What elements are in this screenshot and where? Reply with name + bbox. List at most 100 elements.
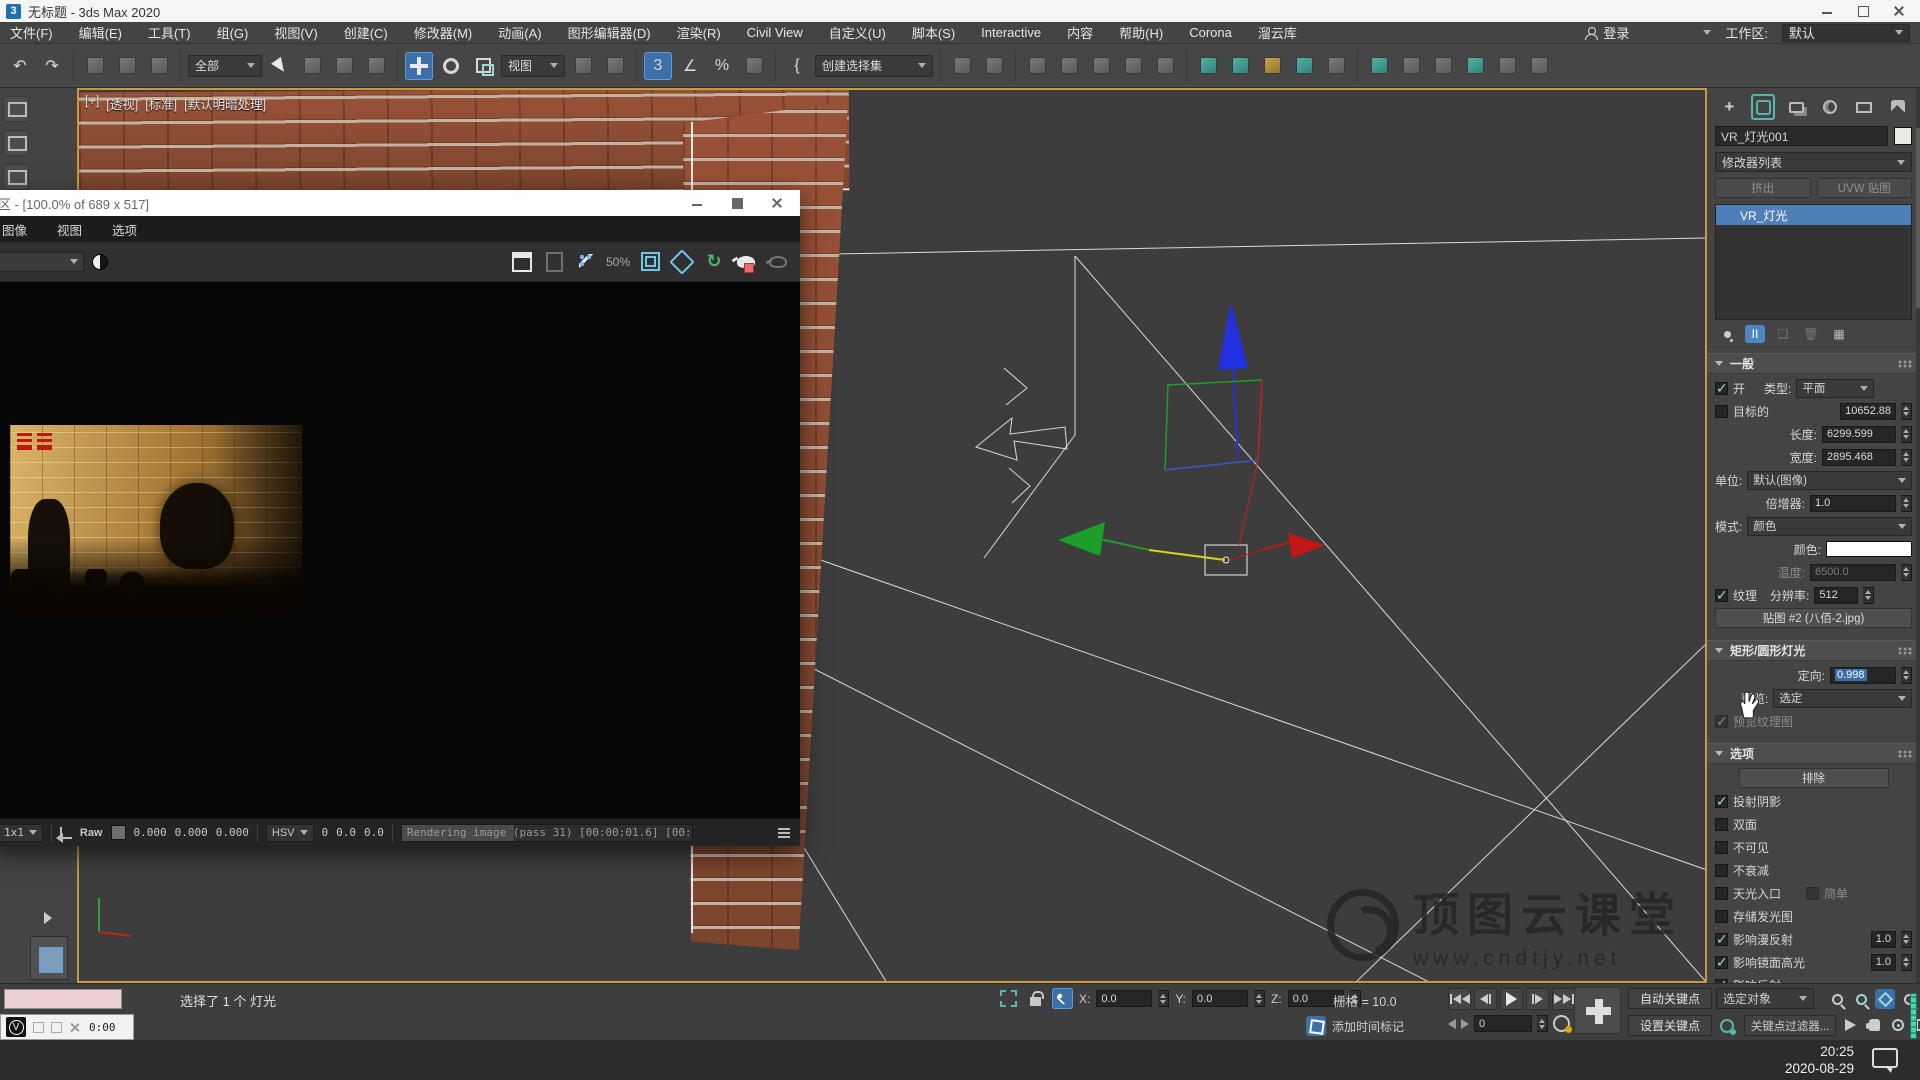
corona-toolbar-icon[interactable] — [1493, 52, 1521, 80]
menu-tools[interactable]: 工具(T) — [148, 23, 191, 42]
isolate-render-icon[interactable] — [670, 250, 694, 274]
zoom-icon[interactable] — [1827, 989, 1847, 1009]
layout-tab-icon[interactable] — [3, 164, 29, 190]
modifier-stack[interactable]: VR_灯光 — [1715, 204, 1912, 320]
menu-help[interactable]: 帮助(H) — [1119, 23, 1163, 42]
viewport-menu-pov[interactable]: [透视] — [106, 94, 138, 113]
menu-modifiers[interactable]: 修改器(M) — [414, 23, 473, 42]
rollout-rect-light-header[interactable]: 矩形/圆形灯光 — [1707, 640, 1920, 661]
menu-create[interactable]: 创建(C) — [344, 23, 388, 42]
affect-specular-checkbox[interactable] — [1715, 956, 1728, 969]
auto-key-button[interactable]: 自动关键点 — [1628, 988, 1712, 1009]
spinner[interactable] — [1901, 449, 1912, 466]
viewport-label[interactable]: [+] [透视] [标准] [默认明暗处理] — [85, 94, 266, 113]
layout-tab-icon[interactable] — [3, 96, 29, 122]
follow-mouse-icon[interactable]: ↻ — [702, 250, 726, 274]
save-image-icon[interactable] — [510, 250, 534, 274]
pick-pixel-icon[interactable] — [60, 827, 72, 839]
align-icon[interactable] — [980, 52, 1008, 80]
pixel-ratio-dropdown[interactable]: 1x1 — [0, 824, 43, 842]
snaps-toggle-icon[interactable]: 3 — [644, 52, 672, 80]
object-name-field[interactable]: VR_灯光001 — [1715, 126, 1888, 146]
spinner[interactable] — [1863, 587, 1874, 604]
active-layout-tab[interactable] — [30, 936, 68, 980]
toggle-scene-explorer-icon[interactable] — [1023, 52, 1051, 80]
menu-corona[interactable]: Corona — [1189, 25, 1232, 40]
cast-shadows-checkbox[interactable] — [1715, 795, 1728, 808]
render-last-icon[interactable] — [734, 250, 758, 274]
skylight-portal-checkbox[interactable] — [1715, 887, 1728, 900]
current-frame-field[interactable]: 0 — [1474, 1015, 1532, 1032]
select-object-icon[interactable] — [266, 52, 294, 80]
units-dropdown[interactable]: 默认(图像) — [1747, 471, 1912, 490]
menu-customize[interactable]: 自定义(U) — [829, 23, 886, 42]
play-button[interactable] — [1500, 988, 1523, 1010]
menu-civil-view[interactable]: Civil View — [747, 25, 803, 40]
bind-to-space-warp-icon[interactable] — [145, 52, 173, 80]
hierarchy-tab-icon[interactable] — [1784, 94, 1809, 120]
vray-toolbar-icon[interactable] — [1461, 52, 1489, 80]
menu-group[interactable]: 组(G) — [217, 23, 249, 42]
select-and-move-icon[interactable] — [405, 52, 433, 80]
select-and-scale-icon[interactable] — [469, 52, 497, 80]
vfb-menu-view[interactable]: 视图 — [57, 220, 82, 239]
affect-diffuse-field[interactable]: 1.0 — [1871, 931, 1896, 948]
selection-set-dropdown[interactable]: 选定对象 — [1716, 988, 1814, 1009]
vfb-menu-options[interactable]: 选项 — [112, 220, 137, 239]
toggle-ribbon-icon[interactable] — [1087, 52, 1115, 80]
menu-views[interactable]: 视图(V) — [274, 23, 317, 42]
directionality-field[interactable]: 0.998 — [1830, 667, 1896, 684]
mini-button-icon[interactable] — [51, 1022, 62, 1033]
menu-animation[interactable]: 动画(A) — [498, 23, 541, 42]
spinner[interactable] — [1537, 1015, 1548, 1032]
login-dropdown[interactable]: 登录 — [1585, 23, 1711, 42]
texture-checkbox[interactable] — [1715, 589, 1728, 602]
key-mode-toggle-icon[interactable] — [1716, 1015, 1738, 1036]
window-crossing-icon[interactable] — [362, 52, 390, 80]
menu-graph-editors[interactable]: 图形编辑器(D) — [568, 23, 651, 42]
viewport-menu-standard[interactable]: [标准] — [145, 94, 177, 113]
edit-named-selection-sets-icon[interactable]: { — [783, 52, 811, 80]
layout-flyout-arrow-icon[interactable] — [38, 906, 58, 930]
width-field[interactable]: 2895.468 — [1822, 449, 1896, 466]
maximize-icon[interactable] — [1856, 4, 1870, 18]
type-dropdown[interactable]: 平面 — [1796, 379, 1874, 398]
menu-interactive[interactable]: Interactive — [981, 25, 1041, 40]
resolution-field[interactable]: 512 — [1814, 587, 1858, 604]
multiplier-field[interactable]: 1.0 — [1810, 495, 1896, 512]
create-key-button[interactable] — [1574, 987, 1621, 1034]
uvw-map-button[interactable]: UVW 贴图 — [1817, 178, 1913, 198]
percent-snap-icon[interactable]: % — [708, 52, 736, 80]
stack-item-vray-light[interactable]: VR_灯光 — [1716, 205, 1911, 225]
configure-modifier-sets-icon[interactable]: ▦ — [1829, 325, 1849, 343]
preview-dropdown[interactable]: 选定 — [1773, 689, 1912, 708]
menu-content[interactable]: 内容 — [1067, 23, 1093, 42]
x-coordinate-field[interactable]: 0.0 — [1096, 990, 1152, 1007]
schematic-view-icon[interactable] — [1151, 52, 1179, 80]
show-end-result-icon[interactable]: II — [1745, 325, 1765, 343]
maxscript-mini-listener[interactable] — [4, 989, 122, 1009]
double-sided-checkbox[interactable] — [1715, 818, 1728, 831]
no-decay-checkbox[interactable] — [1715, 864, 1728, 877]
length-field[interactable]: 6299.599 — [1822, 426, 1896, 443]
selection-lock-icon[interactable] — [1025, 988, 1046, 1009]
angle-snap-icon[interactable]: ∠ — [676, 52, 704, 80]
go-to-start-button[interactable] — [1448, 988, 1471, 1010]
spinner[interactable] — [1901, 667, 1912, 684]
render-production-icon[interactable] — [1290, 52, 1318, 80]
absolute-transform-icon[interactable] — [1052, 988, 1073, 1009]
select-and-link-icon[interactable] — [81, 52, 109, 80]
menu-file[interactable]: 文件(F) — [10, 23, 53, 42]
step-back-icon[interactable] — [1448, 1019, 1456, 1029]
panel-scrollbar[interactable] — [1916, 88, 1920, 983]
vfb-channels-icon[interactable] — [92, 254, 108, 270]
remove-modifier-icon[interactable]: 🗑 — [1801, 325, 1821, 343]
vray-progress-mini-window[interactable]: V 0:00 — [0, 1014, 134, 1040]
select-and-rotate-icon[interactable] — [437, 52, 465, 80]
create-tab-icon[interactable]: + — [1717, 94, 1742, 120]
curve-editor-icon[interactable] — [1119, 52, 1147, 80]
close-icon[interactable] — [1892, 4, 1906, 18]
close-icon[interactable] — [770, 196, 784, 210]
minimize-icon[interactable] — [1820, 4, 1834, 18]
set-key-button[interactable]: 设置关键点 — [1628, 1015, 1712, 1036]
